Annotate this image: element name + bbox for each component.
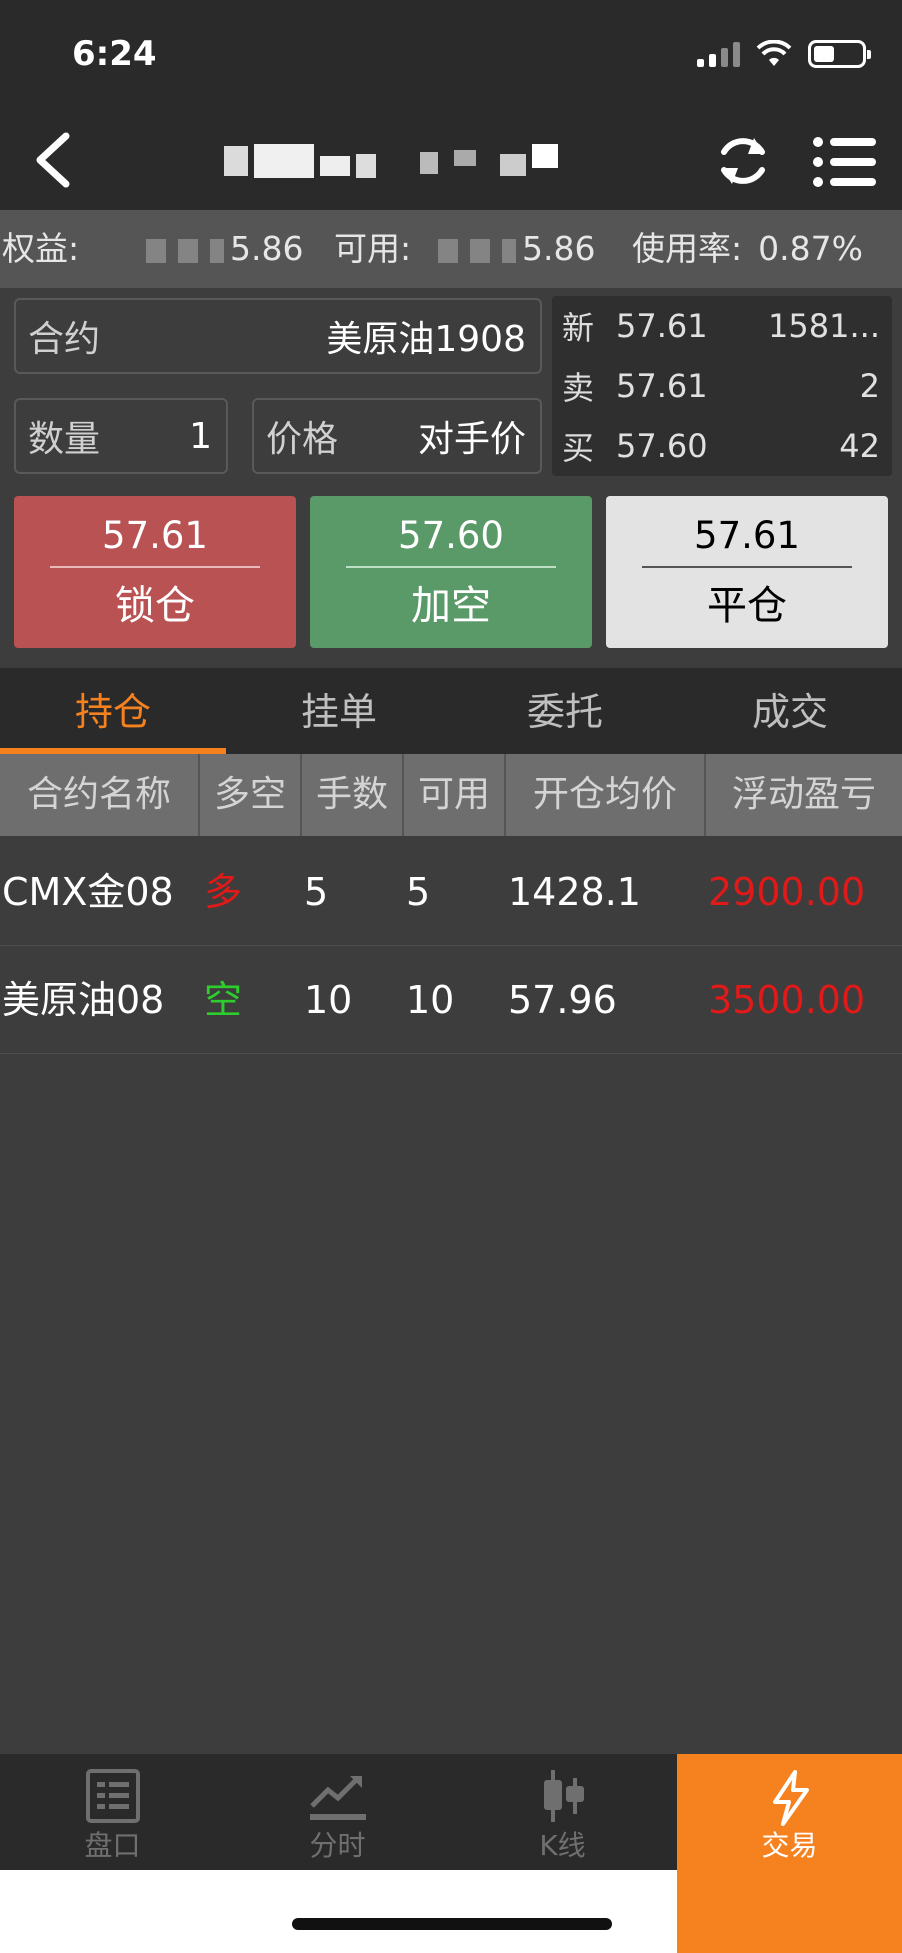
row-side: 多	[204, 870, 243, 914]
quote-row-last: 新 57.61 1581...	[562, 307, 880, 347]
row-side: 空	[204, 978, 243, 1022]
order-panel: 合约 美原油1908 数量 1 价格 对手价 新 57.61 1581... 卖 57…	[0, 288, 902, 668]
row-contract-name: CMX金08	[2, 870, 174, 914]
nav-kline[interactable]: K线	[450, 1754, 675, 1870]
row-avg-price: 57.96	[508, 978, 617, 1022]
back-chevron-icon[interactable]	[24, 128, 84, 192]
col-contract-name: 合约名称	[0, 754, 200, 836]
row-available: 10	[406, 978, 455, 1022]
wifi-icon	[756, 40, 792, 66]
table-row[interactable]: 美原油08 空 10 10 57.96 3500.00	[0, 946, 902, 1054]
refresh-icon[interactable]	[712, 130, 774, 192]
home-indicator-area	[0, 1870, 677, 1953]
status-bar: 6:24	[0, 0, 902, 110]
lock-price: 57.61	[102, 514, 208, 557]
status-icons	[697, 40, 871, 68]
equity-label: 权益:	[2, 229, 80, 268]
short-price: 57.60	[398, 514, 504, 557]
close-price: 57.61	[694, 514, 800, 557]
account-summary-bar: 权益: 5.86 可用: 5.86 使用率: 0.87%	[0, 210, 902, 288]
row-lots: 10	[304, 978, 353, 1022]
close-label: 平仓	[707, 583, 787, 629]
quantity-label: 数量	[28, 419, 101, 460]
order-book-icon	[85, 1769, 140, 1823]
page-title	[220, 138, 600, 182]
col-available: 可用	[404, 754, 506, 836]
cellular-signal-icon	[697, 41, 740, 67]
nav-timeshare[interactable]: 分时	[225, 1754, 450, 1870]
col-floating-pnl: 浮动盈亏	[731, 774, 876, 815]
available-label: 可用:	[334, 229, 412, 268]
close-position-button[interactable]: 57.61 平仓	[606, 496, 888, 648]
quote-row-ask: 卖 57.61 2	[562, 367, 880, 407]
row-pnl: 2900.00	[708, 870, 866, 914]
nav-order-book[interactable]: 盘口	[0, 1754, 225, 1870]
row-lots: 5	[304, 870, 329, 914]
nav-bar	[0, 110, 902, 210]
quantity-field[interactable]: 数量 1	[14, 398, 228, 474]
lock-label: 锁仓	[115, 583, 195, 629]
usage-rate: 使用率: 0.87%	[632, 229, 863, 268]
nav-label: 交易	[761, 1829, 818, 1862]
col-side: 多空	[200, 754, 302, 836]
battery-icon	[808, 40, 871, 68]
short-label: 加空	[411, 583, 491, 629]
contract-field[interactable]: 合约 美原油1908	[14, 298, 542, 374]
tab-positions[interactable]: 持仓	[0, 668, 226, 754]
list-menu-icon[interactable]	[812, 134, 878, 190]
lightning-icon	[772, 1770, 809, 1826]
quantity-value: 1	[189, 415, 212, 457]
price-type-field[interactable]: 价格 对手价	[252, 398, 542, 474]
contract-value: 美原油1908	[326, 319, 526, 360]
price-type-value: 对手价	[417, 419, 526, 460]
col-lots: 手数	[302, 754, 404, 836]
nav-label: 盘口	[84, 1829, 141, 1862]
bottom-nav: 盘口 分时 K线 交易	[0, 1754, 902, 1953]
row-avg-price: 1428.1	[508, 870, 641, 914]
tab-bar: 持仓 挂单 委托 成交	[0, 668, 902, 754]
nav-trade[interactable]: 交易	[677, 1754, 902, 1953]
tab-orders[interactable]: 委托	[452, 668, 678, 754]
contract-label: 合约	[28, 319, 101, 360]
tab-trades[interactable]: 成交	[678, 668, 902, 754]
available-value: 5.86	[432, 210, 595, 288]
add-short-button[interactable]: 57.60 加空	[310, 496, 592, 648]
table-row[interactable]: CMX金08 多 5 5 1428.1 2900.00	[0, 838, 902, 946]
home-indicator[interactable]	[292, 1918, 612, 1930]
status-time: 6:24	[72, 34, 157, 74]
tab-pending[interactable]: 挂单	[226, 668, 452, 754]
price-label: 价格	[266, 419, 339, 460]
nav-label: 分时	[309, 1829, 366, 1862]
nav-label: K线	[539, 1829, 586, 1862]
equity-value: 5.86	[140, 210, 303, 288]
row-contract-name: 美原油08	[2, 978, 165, 1022]
candlestick-icon	[543, 1770, 584, 1822]
lock-position-button[interactable]: 57.61 锁仓	[14, 496, 296, 648]
quote-box: 新 57.61 1581... 卖 57.61 2 买 57.60 42	[552, 296, 892, 476]
row-available: 5	[406, 870, 431, 914]
quote-row-bid: 买 57.60 42	[562, 427, 880, 467]
trend-line-icon	[309, 1776, 366, 1820]
col-avg-open-price: 开仓均价	[506, 754, 706, 836]
row-pnl: 3500.00	[708, 978, 866, 1022]
positions-table-header: 合约名称 多空 手数 可用 开仓均价 浮动盈亏	[0, 754, 902, 836]
